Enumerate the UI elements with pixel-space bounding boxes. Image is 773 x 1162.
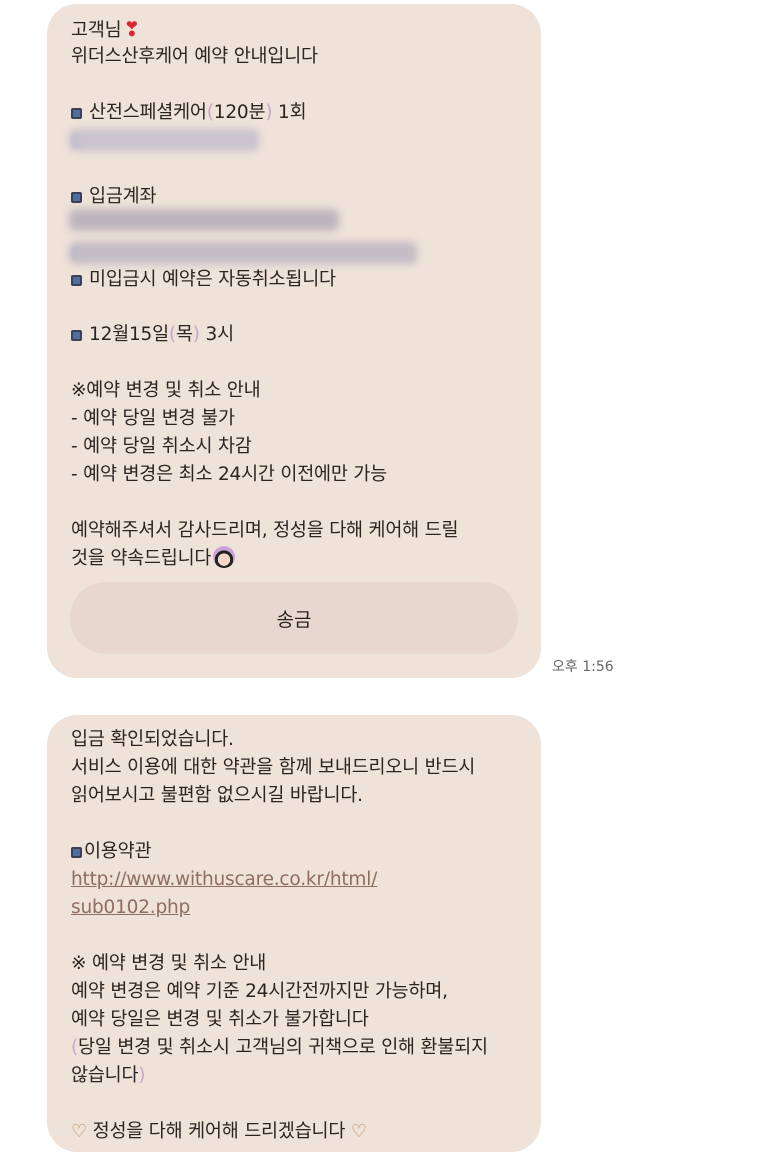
closing-text: 정성을 다해 케어해 드리겠습니다 bbox=[92, 1121, 346, 1142]
terms-label-line: 이용약관 bbox=[71, 839, 151, 865]
date-text: 12월15일 bbox=[89, 324, 169, 345]
terms-label: 이용약관 bbox=[84, 841, 152, 862]
policy-title: ※예약 변경 및 취소 안내 bbox=[71, 380, 261, 401]
service-line: 산전스페셜케어(120분) 1회 bbox=[71, 100, 307, 126]
blue-square-icon bbox=[71, 330, 82, 341]
terms-link-continued[interactable]: sub0102.php bbox=[71, 895, 190, 921]
greeting-text: 고객님 bbox=[71, 20, 122, 41]
policy-item: - 예약 당일 변경 불가 bbox=[71, 408, 235, 429]
auto-cancel-line: 미입금시 예약은 자동취소됩니다 bbox=[71, 267, 336, 293]
policy-item: - 예약 변경은 최소 24시간 이전에만 가능 bbox=[71, 464, 388, 485]
auto-cancel-text: 미입금시 예약은 자동취소됩니다 bbox=[89, 269, 336, 290]
blue-square-icon bbox=[71, 108, 82, 119]
redacted-account bbox=[69, 209, 339, 231]
policy-text: 예약 변경은 예약 기준 24시간전까지만 가능하며, bbox=[71, 981, 448, 1002]
weekday-text: 목 bbox=[175, 324, 193, 345]
intro-text: 위더스산후케어 예약 안내입니다 bbox=[71, 46, 318, 67]
blue-square-icon bbox=[71, 847, 82, 858]
policy-text: 예약 당일은 변경 및 취소가 불가합니다 bbox=[71, 1009, 369, 1030]
greeting-line: 고객님 ❣ bbox=[71, 16, 140, 44]
confirm-text: 입금 확인되었습니다. bbox=[71, 729, 234, 750]
service-name: 산전스페셜케어 bbox=[89, 102, 207, 123]
closing-line-2: 것을 약속드립니다 bbox=[71, 546, 236, 572]
policy-item: - 예약 당일 취소시 차감 bbox=[71, 436, 252, 457]
message-timestamp: 오후 1:56 bbox=[552, 659, 614, 675]
girl-emoji-icon bbox=[213, 546, 236, 568]
policy-text-refund: (당일 변경 및 취소시 고객님의 귀책으로 인해 환불되지 bbox=[71, 1037, 488, 1058]
service-count: 1회 bbox=[278, 102, 307, 123]
red-heart-icon: ❣ bbox=[123, 17, 141, 41]
refund-text-end: 않습니다 bbox=[71, 1065, 139, 1086]
policy-title: ※ 예약 변경 및 취소 안내 bbox=[71, 953, 267, 974]
beige-heart-icon: ♡ bbox=[71, 1121, 87, 1142]
blue-square-icon bbox=[71, 275, 82, 286]
service-duration: 120분 bbox=[213, 102, 266, 123]
redacted-text bbox=[69, 129, 259, 151]
policy-text-refund-2: 않습니다) bbox=[71, 1065, 146, 1086]
closing-text: 것을 약속드립니다 bbox=[71, 548, 212, 569]
message-bubble-reservation: 고객님 ❣ 위더스산후케어 예약 안내입니다 산전스페셜케어(120분) 1회 입… bbox=[47, 4, 541, 678]
refund-text: 당일 변경 및 취소시 고객님의 귀책으로 인해 환불되지 bbox=[78, 1037, 488, 1058]
closing-line: ♡ 정성을 다해 케어해 드리겠습니다 ♡ bbox=[71, 1119, 367, 1145]
terms-link[interactable]: http://www.withuscare.co.kr/html/ bbox=[71, 867, 377, 893]
deposit-line: 입금계좌 bbox=[71, 184, 156, 210]
time-text: 3시 bbox=[205, 324, 235, 345]
deposit-label: 입금계좌 bbox=[89, 186, 157, 207]
terms-intro-text-2: 읽어보시고 불편함 없으시길 바랍니다. bbox=[71, 785, 363, 806]
terms-intro-text: 서비스 이용에 대한 약관을 함께 보내드리오니 반드시 bbox=[71, 757, 476, 778]
send-money-button[interactable]: 송금 bbox=[70, 582, 518, 654]
redacted-account-note bbox=[69, 242, 417, 264]
blue-square-icon bbox=[71, 192, 82, 203]
message-bubble-deposit-confirmed: 입금 확인되었습니다. 서비스 이용에 대한 약관을 함께 보내드리오니 반드시… bbox=[47, 715, 541, 1152]
closing-line: 예약해주셔서 감사드리며, 정성을 다해 케어해 드릴 bbox=[71, 520, 459, 541]
beige-heart-icon: ♡ bbox=[350, 1121, 367, 1142]
date-line: 12월15일(목) 3시 bbox=[71, 322, 234, 348]
